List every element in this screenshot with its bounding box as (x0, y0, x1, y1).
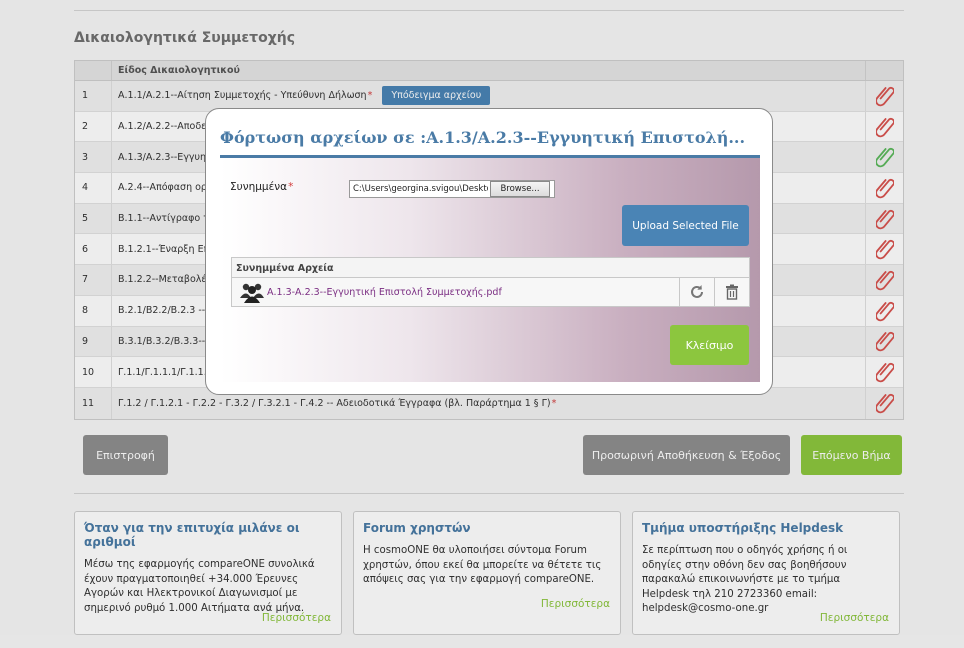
close-button[interactable]: Κλείσιμο (670, 325, 749, 365)
file-path: C:\Users\georgina.svigou\Desktop (353, 184, 488, 194)
attached-files-list: Συνημμένα Αρχεία Α.1.3-Α.2.3--Εγγυητική … (231, 257, 750, 307)
upload-modal: Φόρτωση αρχείων σε :Α.1.3/Α.2.3--Εγγυητι… (205, 108, 773, 395)
replace-file-button[interactable] (679, 278, 714, 306)
browse-button[interactable]: Browse... (490, 181, 550, 197)
file-input[interactable]: C:\Users\georgina.svigou\Desktop Browse.… (349, 180, 555, 198)
list-item: Α.1.3-Α.2.3--Εγγυητική Επιστολή Συμμετοχ… (232, 278, 749, 306)
modal-body: Συνημμένα* C:\Users\georgina.svigou\Desk… (220, 158, 760, 382)
trash-icon (726, 284, 738, 300)
users-icon (240, 283, 264, 303)
attached-files-header: Συνημμένα Αρχεία (232, 258, 749, 278)
upload-selected-file-button[interactable]: Upload Selected File (622, 205, 749, 246)
delete-file-button[interactable] (714, 278, 749, 306)
required-mark: * (288, 181, 294, 193)
attachments-label: Συνημμένα* (230, 181, 294, 193)
modal-title: Φόρτωση αρχείων σε :Α.1.3/Α.2.3--Εγγυητι… (220, 128, 746, 147)
attached-file-link[interactable]: Α.1.3-Α.2.3--Εγγυητική Επιστολή Συμμετοχ… (267, 287, 679, 298)
refresh-icon (691, 285, 703, 298)
